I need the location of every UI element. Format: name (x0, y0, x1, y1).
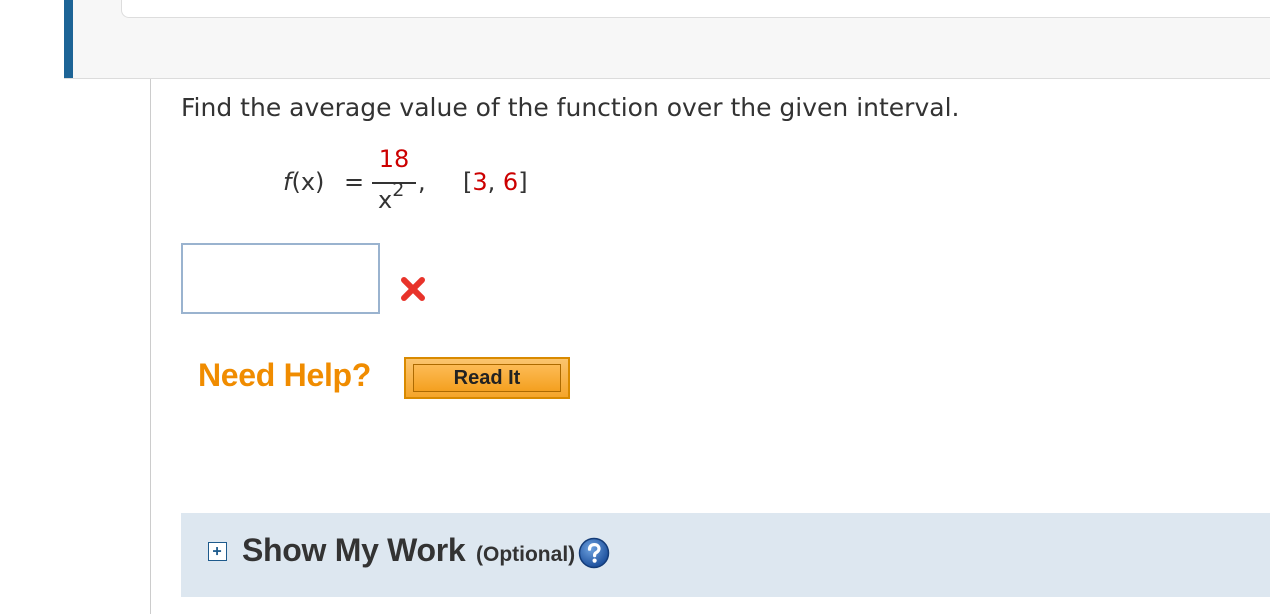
function-variable: x (300, 168, 316, 196)
read-it-button[interactable]: Read It (404, 357, 570, 399)
equals-sign: = (344, 168, 365, 196)
x-mark-icon (401, 277, 425, 301)
question-accent-bar (64, 0, 73, 78)
interval-end: 6 (502, 168, 519, 196)
denominator-exponent: 2 (392, 179, 405, 201)
show-my-work-title[interactable]: Show My Work (242, 532, 466, 569)
denominator-base: x (378, 186, 393, 214)
fraction-denominator: x2 (378, 179, 404, 214)
function-comma: , (418, 168, 426, 196)
question-divider (150, 79, 151, 614)
show-my-work-optional: (Optional) (476, 543, 576, 566)
read-it-label: Read It (413, 364, 561, 392)
interval: [3, 6] (463, 168, 528, 196)
plus-box-icon[interactable] (208, 542, 227, 561)
question-prompt: Find the average value of the function o… (181, 93, 960, 122)
interval-start: 3 (472, 168, 488, 196)
interval-close-bracket: ] (518, 168, 528, 196)
previous-answer-box (121, 0, 1270, 18)
fraction-numerator: 18 (378, 145, 410, 173)
interval-open-bracket: [ (463, 168, 473, 196)
function-label: f(x) (283, 168, 325, 196)
function-name: f (283, 168, 292, 196)
answer-input[interactable] (181, 243, 380, 314)
question-mark-icon[interactable] (578, 537, 610, 569)
interval-separator: , (487, 168, 503, 196)
need-help-label: Need Help? (198, 357, 372, 393)
